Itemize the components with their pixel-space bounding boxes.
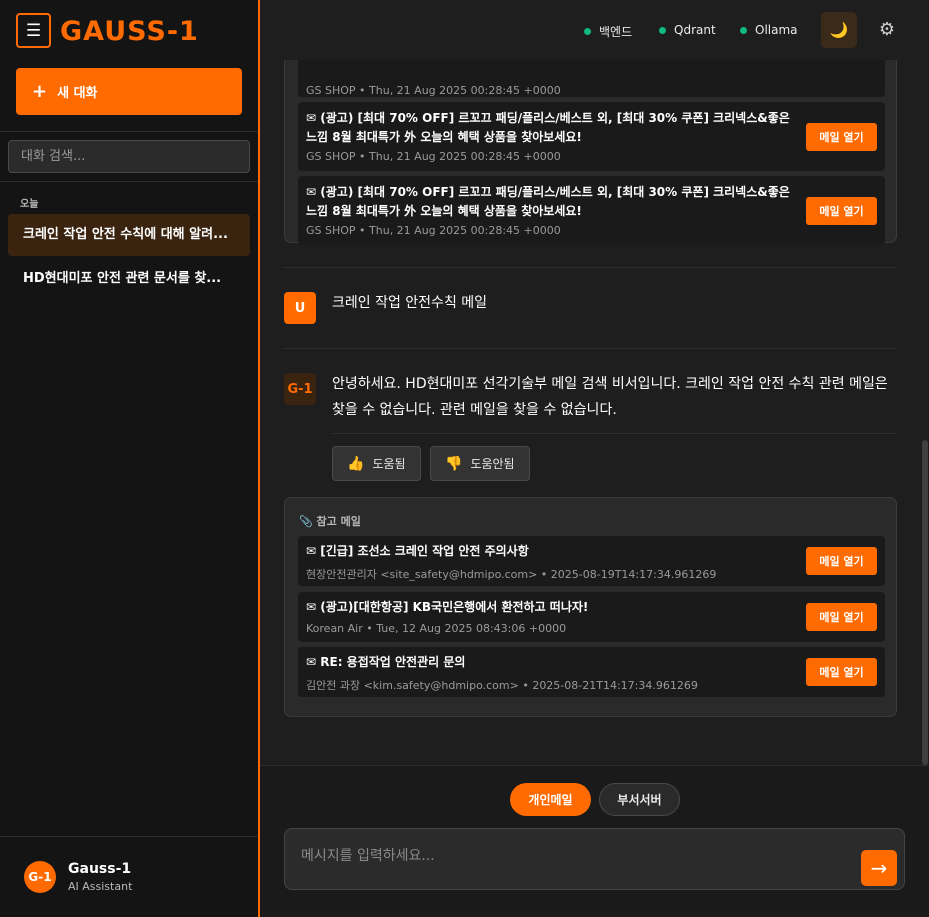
mail-title-text: RE: 용접작업 안전관리 문의 bbox=[320, 655, 466, 669]
reference-label-text: 참고 메일 bbox=[316, 515, 361, 528]
reference-panel: 📎 참고 메일 ✉ [긴급] 조선소 크레인 작업 안전 주의사항 현장안전관리… bbox=[284, 497, 897, 717]
arrow-right-icon: → bbox=[870, 856, 888, 880]
sidebar: ☰ GAUSS-1 + 새 대화 대화 검색... 오늘 크레인 작업 안전 수… bbox=[0, 0, 258, 917]
assistant-message-text: 안녕하세요. HD현대미포 선각기술부 메일 검색 비서입니다. 크레인 작업 … bbox=[332, 376, 888, 418]
top-header: 백엔드 Qdrant Ollama 🌙 ⚙ bbox=[260, 0, 929, 60]
status-label: Ollama bbox=[755, 23, 798, 37]
mail-meta: GS SHOP • Thu, 21 Aug 2025 00:28:45 +000… bbox=[306, 84, 561, 97]
send-button[interactable]: → bbox=[861, 850, 897, 886]
conversation-item[interactable]: 크레인 작업 안전 수칙에 대해 알려... bbox=[8, 214, 250, 256]
divider bbox=[0, 131, 258, 132]
divider bbox=[0, 836, 258, 837]
message-separator bbox=[332, 433, 897, 434]
conversation-item[interactable]: HD현대미포 안전 관련 문서를 찾... bbox=[8, 258, 250, 300]
assistant-avatar: G-1 bbox=[284, 373, 316, 405]
mail-meta: GS SHOP • Thu, 21 Aug 2025 00:28:45 +000… bbox=[306, 150, 561, 163]
thumbs-down-icon: 👎 bbox=[445, 455, 463, 472]
mail-title: ✉ (광고) [최대 70% OFF] 르꼬끄 패딩/플리스/베스트 외, [최… bbox=[306, 183, 796, 221]
mail-title-text: [긴급] 조선소 크레인 작업 안전 주의사항 bbox=[320, 544, 529, 558]
new-chat-label: 새 대화 bbox=[57, 86, 98, 101]
conversation-search-input[interactable]: 대화 검색... bbox=[8, 140, 250, 173]
user-profile: G-1 Gauss-1 AI Assistant bbox=[24, 861, 132, 893]
user-name: Gauss-1 bbox=[68, 861, 132, 877]
moon-icon: 🌙 bbox=[829, 21, 849, 39]
envelope-icon: ✉ bbox=[306, 544, 317, 558]
paperclip-icon: 📎 bbox=[299, 515, 313, 528]
section-label-today: 오늘 bbox=[20, 199, 39, 210]
divider bbox=[0, 181, 258, 182]
mail-title: ✉ [긴급] 조선소 크레인 작업 안전 주의사항 bbox=[306, 542, 529, 561]
user-subtitle: AI Assistant bbox=[68, 880, 133, 893]
mail-title: ✉ (광고)[대한항공] KB국민은행에서 환전하고 떠나자! bbox=[306, 598, 588, 617]
mail-item: ✉ (광고) [최대 70% OFF] 르꼬끄 패딩/플리스/베스트 외, [최… bbox=[298, 176, 885, 245]
mail-title-text: (광고) [최대 70% OFF] 르꼬끄 패딩/플리스/베스트 외, [최대 … bbox=[306, 185, 790, 218]
mode-department-server-button[interactable]: 부서서버 bbox=[599, 783, 680, 816]
plus-icon: + bbox=[32, 81, 48, 102]
helpful-button[interactable]: 👍 도움됨 bbox=[332, 446, 421, 481]
envelope-icon: ✉ bbox=[306, 185, 317, 199]
reference-panel: GS SHOP • Thu, 21 Aug 2025 00:28:45 +000… bbox=[284, 60, 897, 245]
mail-item: ✉ (광고) [최대 70% OFF] 르꼬끄 패딩/플리스/베스트 외, [최… bbox=[298, 102, 885, 171]
app-logo: GAUSS-1 bbox=[60, 16, 199, 47]
status-backend: 백엔드 bbox=[584, 23, 632, 40]
open-mail-button[interactable]: 메일 열기 bbox=[806, 197, 877, 225]
envelope-icon: ✉ bbox=[306, 600, 317, 614]
open-mail-button[interactable]: 메일 열기 bbox=[806, 603, 877, 631]
input-area: 개인메일 부서서버 메시지를 입력하세요... → bbox=[260, 765, 929, 917]
status-dot-icon bbox=[659, 26, 666, 34]
mail-item: ✉ [긴급] 조선소 크레인 작업 안전 주의사항 현장안전관리자 <site_… bbox=[298, 536, 885, 586]
chat-scrollbar[interactable] bbox=[921, 60, 929, 765]
status-qdrant: Qdrant bbox=[659, 23, 716, 37]
mail-meta: 현장안전관리자 <site_safety@hdmipo.com> • 2025-… bbox=[306, 568, 717, 581]
mail-title-text: (광고)[대한항공] KB국민은행에서 환전하고 떠나자! bbox=[320, 600, 589, 614]
menu-toggle-button[interactable]: ☰ bbox=[16, 13, 51, 48]
user-message-text: 크레인 작업 안전수칙 메일 bbox=[332, 295, 488, 311]
unhelpful-label: 도움안됨 bbox=[470, 457, 515, 471]
mode-personal-mail-button[interactable]: 개인메일 bbox=[510, 783, 591, 816]
open-mail-button[interactable]: 메일 열기 bbox=[806, 123, 877, 151]
hamburger-icon: ☰ bbox=[25, 20, 42, 41]
app-root: ☰ GAUSS-1 + 새 대화 대화 검색... 오늘 크레인 작업 안전 수… bbox=[0, 0, 929, 917]
mail-meta: Korean Air • Tue, 12 Aug 2025 08:43:06 +… bbox=[306, 622, 567, 635]
status-label: 백엔드 bbox=[599, 25, 633, 39]
helpful-label: 도움됨 bbox=[372, 457, 406, 471]
open-mail-button[interactable]: 메일 열기 bbox=[806, 658, 877, 686]
envelope-icon: ✉ bbox=[306, 111, 317, 125]
user-avatar: U bbox=[284, 292, 316, 324]
envelope-icon: ✉ bbox=[306, 655, 317, 669]
chat-area: GS SHOP • Thu, 21 Aug 2025 00:28:45 +000… bbox=[260, 60, 921, 765]
thumbs-up-icon: 👍 bbox=[347, 455, 365, 472]
status-dot-icon bbox=[584, 28, 591, 35]
message-input[interactable]: 메시지를 입력하세요... bbox=[284, 828, 905, 890]
avatar: G-1 bbox=[24, 861, 56, 893]
mail-meta: GS SHOP • Thu, 21 Aug 2025 00:28:45 +000… bbox=[306, 224, 561, 237]
unhelpful-button[interactable]: 👎 도움안됨 bbox=[430, 446, 530, 481]
scrollbar-thumb[interactable] bbox=[922, 440, 928, 765]
mail-title-text: (광고) [최대 70% OFF] 르꼬끄 패딩/플리스/베스트 외, [최대 … bbox=[306, 111, 790, 144]
status-label: Qdrant bbox=[674, 23, 716, 37]
status-ollama: Ollama bbox=[740, 23, 798, 37]
reference-label: 📎 참고 메일 bbox=[299, 513, 361, 529]
mail-item: GS SHOP • Thu, 21 Aug 2025 00:28:45 +000… bbox=[298, 60, 885, 97]
message-separator bbox=[284, 348, 897, 349]
mail-title: ✉ (광고) [최대 70% OFF] 르꼬끄 패딩/플리스/베스트 외, [최… bbox=[306, 109, 796, 147]
gear-icon[interactable]: ⚙ bbox=[875, 17, 899, 41]
mail-item: ✉ (광고)[대한항공] KB국민은행에서 환전하고 떠나자! Korean A… bbox=[298, 592, 885, 642]
mail-meta: 김안전 과장 <kim.safety@hdmipo.com> • 2025-08… bbox=[306, 679, 698, 692]
mail-title: ✉ RE: 용접작업 안전관리 문의 bbox=[306, 653, 465, 672]
status-dot-icon bbox=[740, 26, 747, 34]
message-separator bbox=[284, 267, 897, 268]
open-mail-button[interactable]: 메일 열기 bbox=[806, 547, 877, 575]
theme-toggle-button[interactable]: 🌙 bbox=[821, 12, 857, 48]
mail-item: ✉ RE: 용접작업 안전관리 문의 김안전 과장 <kim.safety@hd… bbox=[298, 647, 885, 697]
new-chat-button[interactable]: + 새 대화 bbox=[16, 68, 242, 115]
